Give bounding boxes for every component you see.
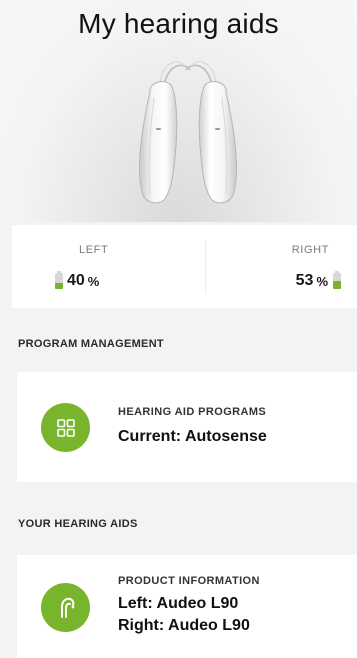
- right-model: Right: Audeo L90: [118, 617, 250, 634]
- battery-status-card: LEFT 40 % RIGHT 53 %: [12, 225, 357, 308]
- left-battery-status: 40 %: [55, 271, 100, 290]
- right-battery-status: 53 %: [295, 271, 341, 290]
- right-battery-percent: 53: [295, 272, 314, 289]
- hearing-aid-icon: [41, 583, 90, 632]
- hearing-aids-image: [139, 61, 237, 204]
- left-model: Left: Audeo L90: [118, 595, 239, 612]
- right-battery-unit: %: [316, 273, 328, 289]
- current-program: Current: Autosense: [118, 428, 267, 445]
- battery-icon: [55, 271, 63, 289]
- product-information-card[interactable]: PRODUCT INFORMATION Left: Audeo L90 Righ…: [17, 555, 357, 658]
- hero-header: My hearing aids: [0, 0, 357, 222]
- left-battery-unit: %: [87, 273, 100, 289]
- left-battery-percent: 40: [67, 272, 85, 289]
- battery-fill-left: [55, 282, 63, 289]
- left-label: LEFT: [79, 244, 109, 256]
- programs-title: HEARING AID PROGRAMS: [118, 406, 267, 418]
- hearing-aid-programs-card[interactable]: HEARING AID PROGRAMS Current: Autosense: [17, 372, 357, 482]
- battery-divider: [205, 240, 206, 294]
- program-management-header: PROGRAM MANAGEMENT: [18, 338, 164, 350]
- product-info-title: PRODUCT INFORMATION: [118, 575, 260, 587]
- battery-fill-right: [333, 280, 341, 289]
- your-hearing-aids-header: YOUR HEARING AIDS: [18, 518, 138, 530]
- grid-icon: [41, 403, 90, 452]
- page-title: My hearing aids: [78, 8, 279, 39]
- right-label: RIGHT: [291, 244, 329, 256]
- battery-icon: [333, 271, 341, 289]
